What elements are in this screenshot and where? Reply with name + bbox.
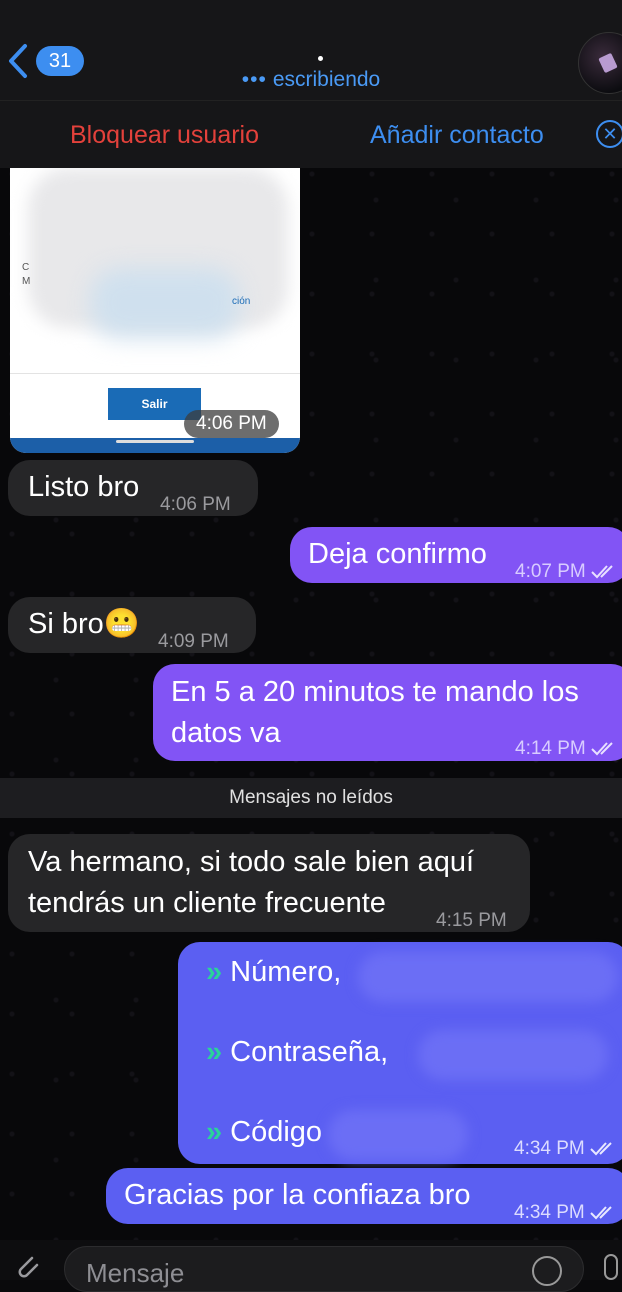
message-text: Va hermano, si todo sale bien aquí tendr… [28,846,475,919]
list-item-label: Contraseña, [230,1036,389,1068]
message-time: 4:06 PM [160,494,231,515]
redacted-area [358,952,618,1002]
divider [10,373,300,374]
message-time: 4:07 PM [515,561,586,582]
list-item-label: Código [230,1116,323,1148]
close-icon[interactable]: ✕ [596,120,622,148]
message-input-placeholder: Mensaje [86,1258,185,1288]
double-check-icon [591,564,613,578]
typing-dots: ••• [241,68,267,91]
image-fragment-text: M [22,276,31,287]
chat-header: 31 ••• escribiendo [0,0,622,101]
list-item: » Número, [206,952,341,993]
typing-status: ••• escribiendo [0,68,622,92]
message-incoming[interactable]: Listo bro 4:06 PM [8,460,258,516]
double-arrow-icon: » [206,956,223,988]
redacted-area [328,1110,468,1160]
message-time: 4:34 PM [514,1138,585,1159]
add-contact-button[interactable]: Añadir contacto [370,121,544,150]
contact-name-placeholder [318,56,323,61]
image-timestamp: 4:06 PM [184,410,279,438]
message-text: Deja confirmo [308,538,487,570]
double-arrow-icon: » [206,1116,223,1148]
message-outgoing[interactable]: En 5 a 20 minutos te mando los datos va … [153,664,622,761]
message-time: 4:09 PM [158,631,229,652]
image-fragment-link: ción [232,296,251,307]
home-indicator [116,440,194,443]
message-outgoing[interactable]: » Número, » Contraseña, » Código 4:34 PM [178,942,622,1164]
typing-text: escribiendo [272,68,381,91]
message-time: 4:15 PM [436,910,507,931]
message-incoming[interactable]: Va hermano, si todo sale bien aquí tendr… [8,834,530,932]
paperclip-icon[interactable] [12,1250,46,1284]
list-item: » Código [206,1112,322,1153]
redacted-area [418,1030,608,1080]
image-fragment-text: C [22,262,30,273]
message-text: Listo bro [28,471,140,503]
message-outgoing[interactable]: Gracias por la confiaza bro 4:34 PM [106,1168,622,1224]
message-outgoing[interactable]: Deja confirmo 4:07 PM [290,527,622,583]
list-item: » Contraseña, [206,1032,388,1073]
redacted-area [90,268,240,338]
double-arrow-icon: » [206,1036,223,1068]
unread-messages-divider: Mensajes no leídos [0,778,622,818]
list-item-label: Número, [230,956,342,988]
message-incoming[interactable]: Si bro😬 4:09 PM [8,597,256,653]
microphone-icon[interactable] [604,1254,618,1280]
block-user-button[interactable]: Bloquear usuario [70,121,259,150]
message-time: 4:14 PM [515,738,586,759]
message-text: Gracias por la confiaza bro [124,1179,471,1211]
contact-action-bar: Bloquear usuario Añadir contacto [0,101,622,168]
message-text: Si bro😬 [28,608,140,640]
message-time: 4:34 PM [514,1202,585,1223]
sticker-icon[interactable] [532,1256,562,1286]
double-check-icon [590,1205,612,1219]
double-check-icon [591,741,613,755]
double-check-icon [590,1141,612,1155]
